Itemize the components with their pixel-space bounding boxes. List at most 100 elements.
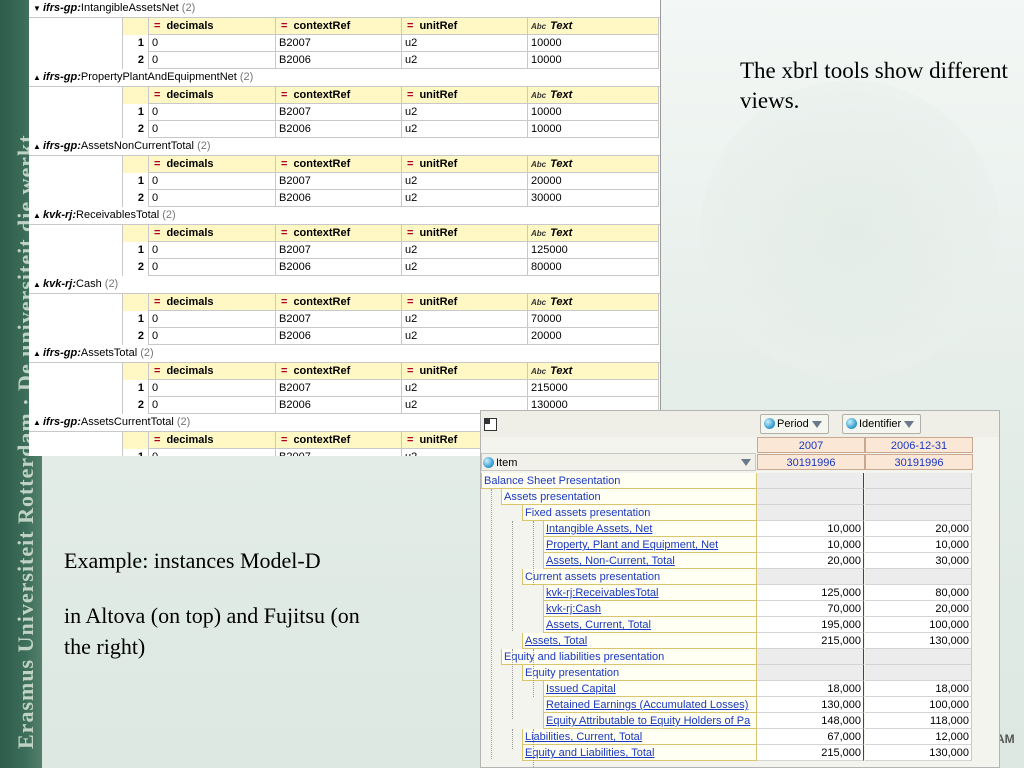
cell-context[interactable]: B2007 <box>276 242 402 259</box>
cell-decimals[interactable]: 0 <box>149 242 276 259</box>
row-label[interactable]: Issued Capital <box>543 681 757 697</box>
table-row[interactable]: Intangible Assets, Net 10,000 20,000 <box>481 521 999 537</box>
cell-context[interactable]: B2006 <box>276 259 402 276</box>
table-row[interactable]: Fixed assets presentation <box>481 505 999 521</box>
element-header[interactable]: ▲ ifrs-gp:AssetsNonCurrentTotal (2) <box>29 138 660 156</box>
cell-unit[interactable]: u2 <box>402 173 528 190</box>
cell-text[interactable]: 215000 <box>528 380 659 397</box>
value-2006[interactable]: 12,000 <box>865 729 972 745</box>
element-header[interactable]: ▲ kvk-rj:ReceivablesTotal (2) <box>29 207 660 225</box>
value-2006[interactable] <box>865 569 972 585</box>
table-row[interactable]: 2 0 B2006 u2 10000 <box>29 121 660 138</box>
column-header-unitref[interactable]: = unitRef <box>402 363 528 380</box>
cell-unit[interactable]: u2 <box>402 380 528 397</box>
cell-decimals[interactable]: 0 <box>149 121 276 138</box>
row-label[interactable]: Property, Plant and Equipment, Net <box>543 537 757 553</box>
value-2006[interactable]: 20,000 <box>865 521 972 537</box>
table-row[interactable]: 1 0 B2007 u2 20000 <box>29 173 660 190</box>
cell-text[interactable]: 10000 <box>528 52 659 69</box>
value-2006[interactable]: 20,000 <box>865 601 972 617</box>
column-header-unitref[interactable]: = unitRef <box>402 225 528 242</box>
table-row[interactable]: 2 0 B2006 u2 10000 <box>29 52 660 69</box>
cell-context[interactable]: B2006 <box>276 397 402 414</box>
cell-text[interactable]: 80000 <box>528 259 659 276</box>
altova-grid-view[interactable]: ▼ ifrs-gp:IntangibleAssetsNet (2) = decimal… <box>29 0 661 456</box>
row-label[interactable]: Equity presentation <box>522 665 757 681</box>
row-label[interactable]: Assets presentation <box>501 489 757 505</box>
value-2007[interactable]: 215,000 <box>757 633 864 649</box>
value-2006[interactable] <box>865 505 972 521</box>
identifier-dimension-button[interactable]: Identifier <box>842 414 922 434</box>
cell-text[interactable]: 70000 <box>528 311 659 328</box>
row-label[interactable]: Balance Sheet Presentation <box>481 473 757 489</box>
cell-decimals[interactable]: 0 <box>149 397 276 414</box>
value-2007[interactable]: 67,000 <box>757 729 864 745</box>
period-dimension-button[interactable]: Period <box>760 414 829 434</box>
table-row[interactable]: Assets, Non-Current, Total 20,000 30,000 <box>481 553 999 569</box>
cell-context[interactable]: B2006 <box>276 52 402 69</box>
column-header-contextref[interactable]: = contextRef <box>276 156 402 173</box>
table-row[interactable]: kvk-rj:ReceivablesTotal 125,000 80,000 <box>481 585 999 601</box>
expand-triangle-icon[interactable]: ▲ <box>33 207 43 224</box>
cell-decimals[interactable]: 0 <box>149 104 276 121</box>
cell-text[interactable]: 20000 <box>528 173 659 190</box>
value-2007[interactable] <box>757 473 864 489</box>
value-2007[interactable]: 215,000 <box>757 745 864 761</box>
cell-decimals[interactable]: 0 <box>149 52 276 69</box>
cell-unit[interactable]: u2 <box>402 35 528 52</box>
element-header[interactable]: ▼ ifrs-gp:IntangibleAssetsNet (2) <box>29 0 660 18</box>
fujitsu-table-view[interactable]: Period Identifier 2007 2006-12-31 301919… <box>480 410 1000 768</box>
column-header-unitref[interactable]: = unitRef <box>402 294 528 311</box>
table-row[interactable]: 1 0 B2007 u2 215000 <box>29 380 660 397</box>
column-header-contextref[interactable]: = contextRef <box>276 363 402 380</box>
row-label[interactable]: Equity Attributable to Equity Holders of… <box>543 713 757 729</box>
value-2006[interactable]: 130,000 <box>865 745 972 761</box>
table-row[interactable]: Assets, Total 215,000 130,000 <box>481 633 999 649</box>
value-2007[interactable]: 10,000 <box>757 521 864 537</box>
cell-unit[interactable]: u2 <box>402 328 528 345</box>
cell-text[interactable]: 20000 <box>528 328 659 345</box>
cell-text[interactable]: 10000 <box>528 121 659 138</box>
cell-context[interactable]: B2007 <box>276 380 402 397</box>
chevron-down-icon[interactable] <box>741 459 751 466</box>
cell-unit[interactable]: u2 <box>402 311 528 328</box>
column-header-contextref[interactable]: = contextRef <box>276 87 402 104</box>
table-row[interactable]: Balance Sheet Presentation <box>481 473 999 489</box>
expand-triangle-icon[interactable]: ▲ <box>33 69 43 86</box>
value-2007[interactable]: 130,000 <box>757 697 864 713</box>
table-row[interactable]: Property, Plant and Equipment, Net 10,000… <box>481 537 999 553</box>
table-row[interactable]: Retained Earnings (Accumulated Losses) 13… <box>481 697 999 713</box>
column-header-decimals[interactable]: = decimals <box>149 363 276 380</box>
table-row[interactable]: Assets, Current, Total 195,000 100,000 <box>481 617 999 633</box>
table-row[interactable]: Liabilities, Current, Total 67,000 12,000 <box>481 729 999 745</box>
table-row[interactable]: 1 0 B2007 u2 10000 <box>29 104 660 121</box>
cell-unit[interactable]: u2 <box>402 259 528 276</box>
value-2006[interactable] <box>865 489 972 505</box>
cell-decimals[interactable]: 0 <box>149 35 276 52</box>
value-2007[interactable]: 18,000 <box>757 681 864 697</box>
cell-decimals[interactable]: 0 <box>149 259 276 276</box>
value-2007[interactable] <box>757 649 864 665</box>
column-period-2006[interactable]: 2006-12-31 <box>865 437 973 453</box>
table-row[interactable]: Issued Capital 18,000 18,000 <box>481 681 999 697</box>
table-row[interactable]: 1 0 B2007 u2 70000 <box>29 311 660 328</box>
row-label[interactable]: Assets, Current, Total <box>543 617 757 633</box>
column-header-contextref[interactable]: = contextRef <box>276 225 402 242</box>
table-row[interactable]: Equity and liabilities presentation <box>481 649 999 665</box>
cell-unit[interactable]: u2 <box>402 52 528 69</box>
column-identifier-2007[interactable]: 30191996 <box>757 454 865 470</box>
cell-decimals[interactable]: 0 <box>149 380 276 397</box>
value-2006[interactable]: 130,000 <box>865 633 972 649</box>
element-header[interactable]: ▲ kvk-rj:Cash (2) <box>29 276 660 294</box>
column-header-text[interactable]: AbcText <box>528 225 659 242</box>
row-label[interactable]: kvk-rj:ReceivablesTotal <box>543 585 757 601</box>
element-header[interactable]: ▲ ifrs-gp:AssetsTotal (2) <box>29 345 660 363</box>
column-header-decimals[interactable]: = decimals <box>149 18 276 35</box>
value-2006[interactable]: 100,000 <box>865 617 972 633</box>
value-2006[interactable]: 18,000 <box>865 681 972 697</box>
item-dimension-header[interactable]: Item <box>481 453 756 471</box>
column-header-decimals[interactable]: = decimals <box>149 87 276 104</box>
value-2007[interactable]: 195,000 <box>757 617 864 633</box>
table-row[interactable]: Assets presentation <box>481 489 999 505</box>
cell-context[interactable]: B2007 <box>276 449 402 456</box>
